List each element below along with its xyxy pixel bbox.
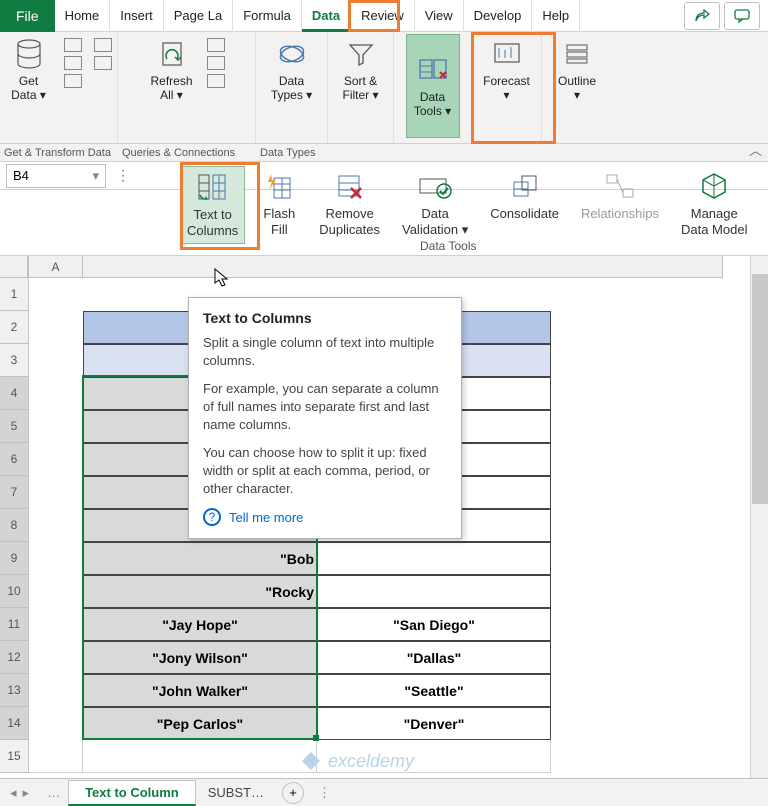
share-button[interactable] — [684, 2, 720, 30]
data-tools-subribbon: Text to Columns Flash Fill Remove Duplic… — [0, 162, 768, 256]
filter-icon — [345, 38, 377, 70]
home-tab[interactable]: Home — [55, 0, 111, 32]
consolidate-button[interactable]: Consolidate — [484, 166, 565, 226]
get-data-button[interactable]: Get Data ▾ — [2, 34, 56, 106]
queries-small-icons[interactable] — [203, 34, 229, 92]
remove-duplicates-button[interactable]: Remove Duplicates — [313, 166, 386, 242]
file-tab[interactable]: File — [0, 0, 55, 32]
row-header[interactable]: 6 — [0, 443, 28, 476]
data-validation-icon — [417, 170, 453, 204]
table-cell-city[interactable]: "Dallas" — [317, 641, 551, 674]
page-layout-tab[interactable]: Page La — [164, 0, 233, 32]
sheet-menu[interactable]: … — [39, 785, 68, 800]
ribbon-tabs: File Home Insert Page La Formula Data Re… — [0, 0, 768, 32]
row-header[interactable]: 15 — [0, 740, 28, 773]
relationships-icon — [602, 170, 638, 204]
forecast-button[interactable]: Forecast ▾ — [477, 34, 536, 106]
data-validation-button[interactable]: Data Validation ▾ — [396, 166, 474, 242]
row-header[interactable]: 14 — [0, 707, 28, 740]
get-data-small-icons-2[interactable] — [90, 34, 116, 74]
collapse-ribbon-button[interactable]: ︿ — [749, 140, 762, 159]
text-to-columns-icon — [195, 171, 231, 205]
tooltip-p3: You can choose how to split it up: fixed… — [203, 444, 447, 498]
col-rest[interactable] — [83, 256, 723, 278]
table-cell-city[interactable] — [317, 575, 551, 608]
tell-me-more-link[interactable]: ? Tell me more — [203, 508, 447, 526]
manage-data-model-button[interactable]: Manage Data Model — [675, 166, 753, 242]
tooltip-p2: For example, you can separate a column o… — [203, 380, 447, 434]
sheet-tab-active[interactable]: Text to Column — [68, 780, 196, 806]
data-tools-button[interactable]: Data Tools ▾ — [406, 34, 460, 138]
table-cell-city[interactable] — [317, 542, 551, 575]
consolidate-icon — [507, 170, 543, 204]
sheet-tab-other[interactable]: SUBST… — [196, 781, 276, 804]
table-cell-name[interactable]: "Jay Hope" — [83, 608, 317, 641]
ribbon: Get Data ▾ Refresh All ▾ Data Types ▾ — [0, 32, 768, 144]
help-tab[interactable]: Help — [532, 0, 580, 32]
sort-filter-button[interactable]: Sort & Filter ▾ — [334, 34, 388, 106]
remove-duplicates-icon — [332, 170, 368, 204]
forecast-icon — [491, 38, 523, 70]
row-header[interactable]: 10 — [0, 575, 28, 608]
sheet-nav[interactable]: ◂▸ — [0, 785, 39, 801]
text-to-columns-button[interactable]: Text to Columns — [180, 166, 245, 244]
tooltip-p1: Split a single column of text into multi… — [203, 334, 447, 370]
column-headers: A — [29, 256, 768, 278]
row-header[interactable]: 2 — [0, 311, 28, 344]
formula-tab[interactable]: Formula — [233, 0, 302, 32]
select-all-corner[interactable] — [0, 256, 28, 278]
row-header[interactable]: 11 — [0, 608, 28, 641]
developer-tab[interactable]: Develop — [464, 0, 533, 32]
table-cell-name[interactable]: "John Walker" — [83, 674, 317, 707]
data-tools-icon — [417, 54, 449, 86]
tooltip-title: Text to Columns — [203, 310, 447, 326]
row-header[interactable]: 1 — [0, 278, 28, 311]
table-cell-city[interactable]: "Denver" — [317, 707, 551, 740]
flash-fill-button[interactable]: Flash Fill — [255, 166, 303, 242]
ribbon-group-labels: Get & Transform Data Queries & Connectio… — [0, 144, 768, 162]
relationships-button[interactable]: Relationships — [575, 166, 665, 226]
add-sheet-button[interactable]: + — [282, 782, 304, 804]
data-types-icon — [276, 38, 308, 70]
watermark: exceldemy — [300, 750, 414, 772]
table-cell-name[interactable]: "Pep Carlos" — [83, 707, 317, 740]
table-cell-name[interactable]: "Jony Wilson" — [83, 641, 317, 674]
row-header[interactable]: 13 — [0, 674, 28, 707]
table-cell-city[interactable]: "San Diego" — [317, 608, 551, 641]
table-cell-name[interactable]: "Bob — [83, 542, 317, 575]
refresh-icon — [156, 38, 188, 70]
view-tab[interactable]: View — [415, 0, 464, 32]
database-icon — [13, 38, 45, 70]
data-types-button[interactable]: Data Types ▾ — [265, 34, 319, 106]
row-header[interactable]: 3 — [0, 344, 28, 377]
vertical-scrollbar[interactable] — [750, 256, 768, 778]
data-tools-group-label: Data Tools — [420, 239, 476, 253]
data-model-icon — [696, 170, 732, 204]
row-header[interactable]: 12 — [0, 641, 28, 674]
insert-tab[interactable]: Insert — [110, 0, 164, 32]
text-to-columns-tooltip: Text to Columns Split a single column of… — [188, 297, 462, 539]
review-tab[interactable]: Review — [351, 0, 415, 32]
row-header[interactable]: 7 — [0, 476, 28, 509]
row-header[interactable]: 9 — [0, 542, 28, 575]
row-headers: 123456789101112131415 — [0, 256, 29, 773]
help-icon: ? — [203, 508, 221, 526]
flash-fill-icon — [261, 170, 297, 204]
row-header[interactable]: 8 — [0, 509, 28, 542]
table-cell-name[interactable]: "Rocky — [83, 575, 317, 608]
outline-button[interactable]: Outline ▾ — [550, 34, 604, 106]
col-a[interactable]: A — [29, 256, 83, 278]
formula-bar-row: B4 ▾ ⋮ Text to Columns Flash Fill Remove… — [0, 162, 768, 190]
comments-button[interactable] — [724, 2, 760, 30]
scrollbar-thumb[interactable] — [752, 274, 768, 504]
get-data-small-icons[interactable] — [60, 34, 86, 92]
refresh-all-button[interactable]: Refresh All ▾ — [144, 34, 198, 106]
sheet-tab-bar: ◂▸ … Text to Column SUBST… + ⋮ — [0, 778, 768, 806]
data-tab[interactable]: Data — [302, 0, 351, 32]
outline-icon — [561, 38, 593, 70]
sheet-menu-2[interactable]: ⋮ — [310, 785, 339, 801]
row-header[interactable]: 5 — [0, 410, 28, 443]
row-header[interactable]: 4 — [0, 377, 28, 410]
table-cell-city[interactable]: "Seattle" — [317, 674, 551, 707]
